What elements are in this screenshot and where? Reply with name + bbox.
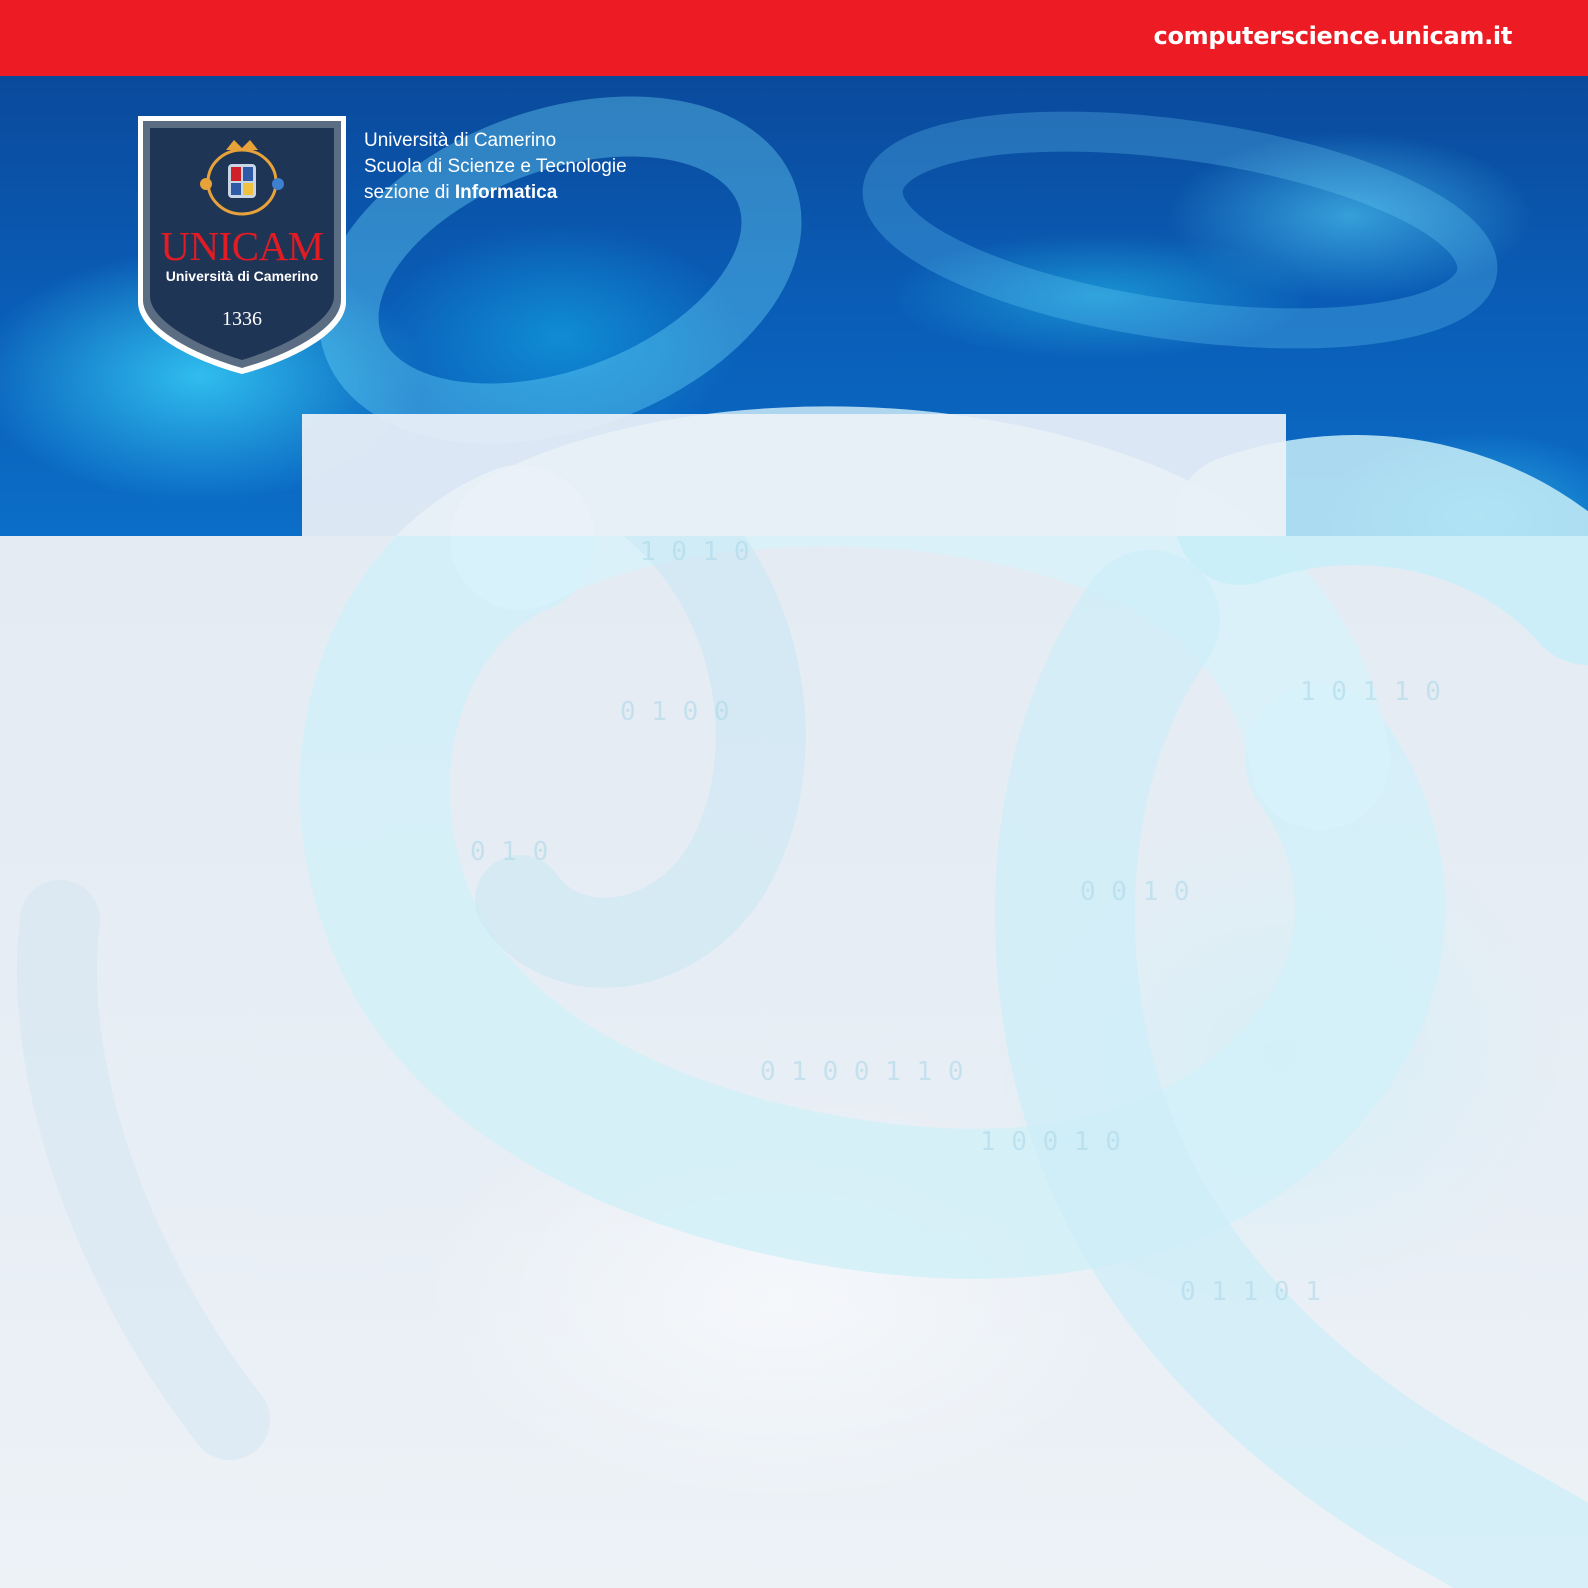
svg-text:1 0 0 1 0: 1 0 0 1 0: [980, 1127, 1121, 1157]
svg-text:0 1 0 0 1 1 0: 0 1 0 0 1 1 0: [760, 1057, 964, 1087]
title-panel: [302, 414, 1286, 536]
svg-text:0 1 1 0 1: 0 1 1 0 1: [1180, 1277, 1321, 1307]
svg-text:0 1 0: 0 1 0: [470, 837, 548, 867]
institution-line-1: Università di Camerino: [364, 130, 557, 151]
institution-section: Informatica: [454, 182, 558, 203]
logo-name: UNICAM: [160, 223, 324, 269]
svg-text:0 0 1 0: 0 0 1 0: [1080, 877, 1190, 907]
svg-text:1 0 1 1 0: 1 0 1 1 0: [1300, 677, 1441, 707]
institution-line-3-prefix: sezione di: [364, 182, 455, 203]
logo-year: 1336: [222, 308, 262, 330]
institution-block: Università di Camerino Scuola di Scienze…: [364, 128, 627, 206]
institution-line-3: sezione di Informatica: [364, 180, 627, 206]
logo-subtitle: Università di Camerino: [165, 268, 319, 284]
institution-line-2: Scuola di Scienze e Tecnologie: [364, 156, 627, 177]
svg-text:1 0 1 0: 1 0 1 0: [640, 537, 750, 567]
svg-text:0 1 0 0: 0 1 0 0: [620, 697, 730, 727]
